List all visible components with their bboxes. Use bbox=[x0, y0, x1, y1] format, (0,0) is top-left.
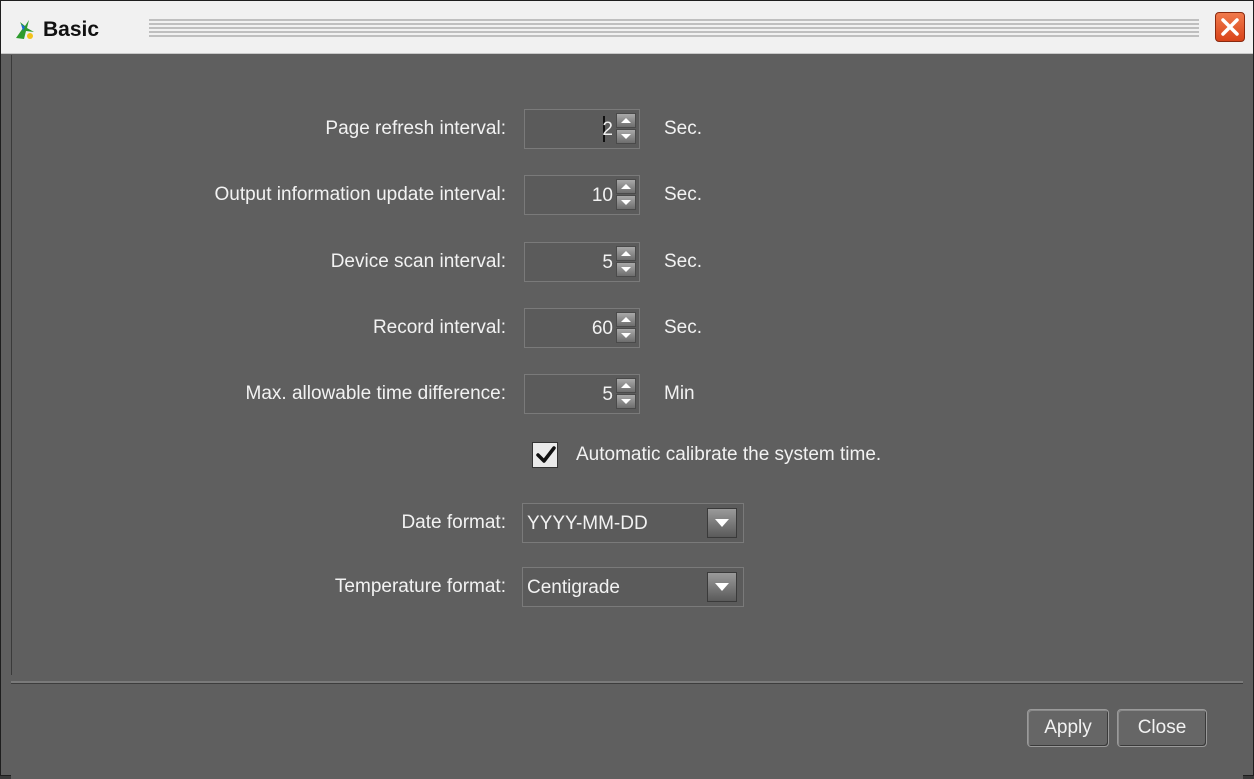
output-update-decrement-button[interactable] bbox=[616, 195, 636, 210]
output-update-increment-button[interactable] bbox=[616, 179, 636, 194]
output-update-row: Output information update interval: 10 S… bbox=[12, 175, 1244, 215]
record-decrement-button[interactable] bbox=[616, 328, 636, 343]
spinner-buttons bbox=[616, 246, 636, 278]
auto-calibrate-label[interactable]: Automatic calibrate the system time. bbox=[576, 444, 881, 466]
settings-panel: Page refresh interval: 2 Sec. Output inf… bbox=[11, 55, 1244, 675]
max-time-diff-value[interactable]: 5 bbox=[602, 384, 613, 406]
date-format-row: Date format: YYYY-MM-DD bbox=[12, 503, 1244, 543]
output-update-label: Output information update interval: bbox=[214, 184, 506, 205]
record-value[interactable]: 60 bbox=[592, 318, 613, 340]
auto-calibrate-checkbox[interactable] bbox=[532, 442, 558, 468]
record-spinner[interactable]: 60 bbox=[524, 308, 640, 348]
device-scan-unit: Sec. bbox=[664, 251, 703, 272]
page-refresh-value[interactable]: 2 bbox=[602, 119, 613, 141]
record-label: Record interval: bbox=[372, 317, 506, 338]
device-scan-value[interactable]: 5 bbox=[602, 252, 613, 274]
device-scan-decrement-button[interactable] bbox=[616, 262, 636, 277]
spinner-buttons bbox=[616, 113, 636, 145]
max-time-diff-label: Max. allowable time difference: bbox=[245, 383, 507, 404]
date-format-label: Date format: bbox=[401, 512, 506, 533]
temperature-format-label: Temperature format: bbox=[334, 576, 506, 597]
temperature-format-value: Centigrade bbox=[527, 577, 620, 598]
max-time-diff-row: Max. allowable time difference: 5 Min bbox=[12, 374, 1244, 414]
record-row: Record interval: 60 Sec. bbox=[12, 308, 1244, 348]
max-time-diff-increment-button[interactable] bbox=[616, 378, 636, 393]
record-increment-button[interactable] bbox=[616, 312, 636, 327]
record-unit: Sec. bbox=[664, 317, 703, 338]
title-bar[interactable]: Basic bbox=[1, 1, 1253, 54]
close-window-button[interactable] bbox=[1215, 12, 1245, 42]
window-title: Basic bbox=[43, 18, 100, 41]
output-update-unit: Sec. bbox=[664, 184, 703, 205]
page-refresh-decrement-button[interactable] bbox=[616, 129, 636, 144]
page-refresh-row: Page refresh interval: 2 Sec. bbox=[12, 109, 1244, 149]
close-button[interactable]: Close bbox=[1117, 709, 1207, 747]
spinner-buttons bbox=[616, 378, 636, 410]
page-refresh-increment-button[interactable] bbox=[616, 113, 636, 128]
app-logo-icon bbox=[13, 18, 37, 42]
temperature-format-select[interactable]: Centigrade bbox=[522, 567, 744, 607]
date-format-value: YYYY-MM-DD bbox=[527, 513, 648, 534]
basic-settings-window: Basic Page refresh interval: 2 Sec. Outp… bbox=[0, 0, 1254, 779]
page-refresh-label: Page refresh interval: bbox=[325, 118, 506, 139]
output-update-value[interactable]: 10 bbox=[592, 185, 613, 207]
device-scan-row: Device scan interval: 5 Sec. bbox=[12, 242, 1244, 282]
max-time-diff-unit: Min bbox=[664, 383, 695, 404]
max-time-diff-decrement-button[interactable] bbox=[616, 394, 636, 409]
device-scan-spinner[interactable]: 5 bbox=[524, 242, 640, 282]
spinner-buttons bbox=[616, 312, 636, 344]
title-grip bbox=[149, 19, 1199, 39]
temperature-format-row: Temperature format: Centigrade bbox=[12, 567, 1244, 607]
chevron-down-icon[interactable] bbox=[707, 572, 737, 602]
page-refresh-spinner[interactable]: 2 bbox=[524, 109, 640, 149]
chevron-down-icon[interactable] bbox=[707, 508, 737, 538]
button-bar: Apply Close bbox=[11, 681, 1243, 779]
device-scan-increment-button[interactable] bbox=[616, 246, 636, 261]
date-format-select[interactable]: YYYY-MM-DD bbox=[522, 503, 744, 543]
apply-button[interactable]: Apply bbox=[1027, 709, 1109, 747]
max-time-diff-spinner[interactable]: 5 bbox=[524, 374, 640, 414]
output-update-spinner[interactable]: 10 bbox=[524, 175, 640, 215]
device-scan-label: Device scan interval: bbox=[330, 251, 506, 272]
page-refresh-unit: Sec. bbox=[664, 118, 703, 139]
spinner-buttons bbox=[616, 179, 636, 211]
